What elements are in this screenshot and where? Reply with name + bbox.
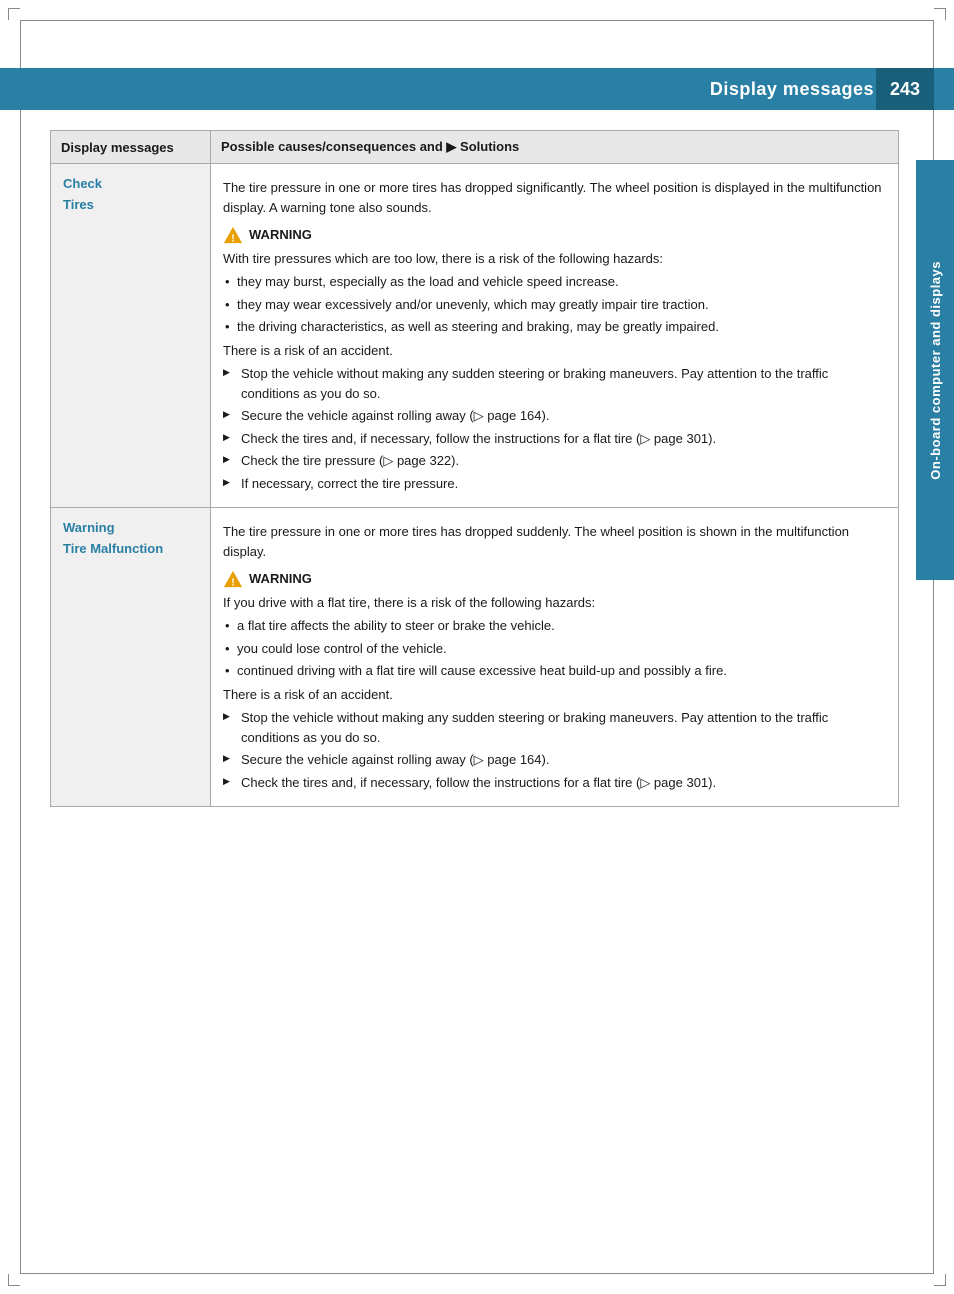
check-tires-bullets: they may burst, especially as the load a… (223, 272, 886, 337)
col1-header: Display messages (51, 131, 211, 164)
check-tires-risk: There is a risk of an accident. (223, 341, 886, 361)
check-tires-content: The tire pressure in one or more tires h… (211, 164, 899, 508)
list-item: Stop the vehicle without making any sudd… (223, 708, 886, 747)
corner-mark-bl (8, 1274, 20, 1286)
page-number: 243 (876, 68, 934, 110)
col2-header: Possible causes/consequences and ▶ Solut… (211, 131, 899, 164)
page-border-top (20, 20, 934, 21)
header-bar: Display messages (0, 68, 954, 110)
check-tires-warning-text: With tire pressures which are too low, t… (223, 249, 886, 269)
warning-tire-line2: Tire Malfunction (63, 541, 163, 556)
warning-box-1: ! WARNING (223, 225, 886, 245)
check-tires-intro: The tire pressure in one or more tires h… (223, 178, 886, 217)
header-title: Display messages (710, 79, 874, 100)
list-item: Check the tire pressure (▷ page 322). (223, 451, 886, 471)
list-item: they may burst, especially as the load a… (223, 272, 886, 292)
svg-text:!: ! (231, 577, 234, 588)
warning-tire-content: The tire pressure in one or more tires h… (211, 508, 899, 807)
corner-mark-tl (8, 8, 20, 20)
warning-tire-line1: Warning (63, 520, 115, 535)
list-item: the driving characteristics, as well as … (223, 317, 886, 337)
content-table: Display messages Possible causes/consequ… (50, 130, 899, 807)
warning-triangle-icon-1: ! (223, 226, 243, 244)
corner-mark-br (934, 1274, 946, 1286)
page-border-bottom (20, 1273, 934, 1274)
main-content: Display messages Possible causes/consequ… (50, 130, 899, 1214)
warning-tire-label: Warning Tire Malfunction (51, 508, 211, 807)
warning-tire-warning-text: If you drive with a flat tire, there is … (223, 593, 886, 613)
check-tires-line2: Tires (63, 197, 94, 212)
warning-tire-intro: The tire pressure in one or more tires h… (223, 522, 886, 561)
table-row-check-tires: Check Tires The tire pressure in one or … (51, 164, 899, 508)
page-border-left (20, 20, 21, 1274)
warning-box-2: ! WARNING (223, 569, 886, 589)
list-item: continued driving with a flat tire will … (223, 661, 886, 681)
list-item: Secure the vehicle against rolling away … (223, 750, 886, 770)
check-tires-label: Check Tires (51, 164, 211, 508)
list-item: Check the tires and, if necessary, follo… (223, 429, 886, 449)
side-tab-label: On-board computer and displays (928, 261, 943, 480)
list-item: If necessary, correct the tire pressure. (223, 474, 886, 494)
warning-label-1: WARNING (249, 225, 312, 245)
table-row-warning-tire: Warning Tire Malfunction The tire pressu… (51, 508, 899, 807)
list-item: they may wear excessively and/or unevenl… (223, 295, 886, 315)
svg-text:!: ! (231, 233, 234, 244)
warning-tire-risk: There is a risk of an accident. (223, 685, 886, 705)
list-item: Stop the vehicle without making any sudd… (223, 364, 886, 403)
side-tab: On-board computer and displays (916, 160, 954, 580)
warning-label-2: WARNING (249, 569, 312, 589)
check-tires-actions: Stop the vehicle without making any sudd… (223, 364, 886, 493)
list-item: a flat tire affects the ability to steer… (223, 616, 886, 636)
warning-tire-bullets: a flat tire affects the ability to steer… (223, 616, 886, 681)
check-tires-line1: Check (63, 176, 102, 191)
list-item: Secure the vehicle against rolling away … (223, 406, 886, 426)
warning-tire-actions: Stop the vehicle without making any sudd… (223, 708, 886, 792)
corner-mark-tr (934, 8, 946, 20)
list-item: you could lose control of the vehicle. (223, 639, 886, 659)
list-item: Check the tires and, if necessary, follo… (223, 773, 886, 793)
warning-triangle-icon-2: ! (223, 570, 243, 588)
